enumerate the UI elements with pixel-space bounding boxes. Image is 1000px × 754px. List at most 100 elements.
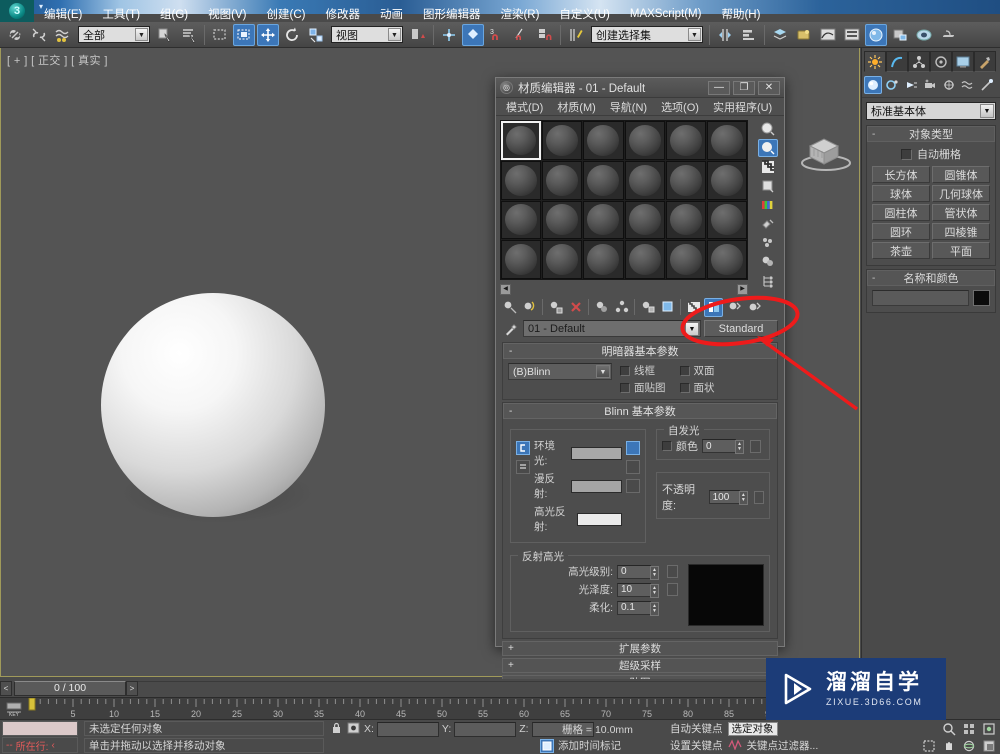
me-menu-navigation[interactable]: 导航(N) <box>603 99 654 115</box>
geometry-icon[interactable] <box>864 76 882 94</box>
material-sample-slot[interactable] <box>542 240 583 279</box>
display-tab[interactable] <box>952 51 974 72</box>
next-frame-button[interactable]: > <box>126 680 138 696</box>
sphere-object[interactable] <box>101 293 325 517</box>
time-slider[interactable]: < 0 / 100 > <box>0 679 860 697</box>
zoom-region-icon[interactable] <box>920 738 938 754</box>
coord-x-input[interactable] <box>376 721 439 737</box>
selected-object-dropdown[interactable]: 选定对象 <box>727 721 778 736</box>
render-production-icon[interactable] <box>937 24 959 46</box>
minimize-button[interactable]: — <box>708 80 730 95</box>
collapse-icon[interactable]: - <box>509 406 512 417</box>
maximize-button[interactable]: ❐ <box>733 80 755 95</box>
menu-create[interactable]: 创建(C) <box>256 5 315 23</box>
collapse-icon[interactable]: - <box>872 129 875 140</box>
schematic-view-icon[interactable] <box>841 24 863 46</box>
make-material-copy-icon[interactable] <box>592 298 611 317</box>
material-sample-slot[interactable] <box>501 160 542 200</box>
material-sample-slot[interactable] <box>583 240 624 279</box>
create-plane-button[interactable]: 平面 <box>932 242 990 259</box>
key-filters-button[interactable]: 关键点过滤器... <box>747 739 819 753</box>
ambient-color-swatch[interactable] <box>571 446 622 460</box>
utilities-tab[interactable] <box>974 51 996 72</box>
time-tag-icon[interactable] <box>540 738 554 753</box>
material-sample-slot[interactable] <box>624 200 665 240</box>
select-and-scale-icon[interactable] <box>305 24 327 46</box>
material-sample-slot[interactable] <box>624 160 665 200</box>
shader-dropdown[interactable]: (B)Blinn ▼ <box>508 363 612 380</box>
material-sample-slot[interactable] <box>624 240 665 279</box>
reset-map-icon[interactable] <box>566 298 585 317</box>
show-map-in-viewport-icon[interactable] <box>684 298 703 317</box>
material-editor-icon[interactable] <box>865 23 887 46</box>
select-and-rotate-icon[interactable] <box>281 24 303 46</box>
shapes-icon[interactable] <box>883 76 901 94</box>
go-forward-to-sibling-icon[interactable] <box>744 298 763 317</box>
material-sample-slot[interactable] <box>665 200 706 240</box>
spinner-updown-icon[interactable]: ▲ ▼ <box>738 491 748 505</box>
go-to-parent-icon[interactable] <box>724 298 743 317</box>
background-icon[interactable] <box>758 158 778 176</box>
create-tube-button[interactable]: 管状体 <box>932 204 990 221</box>
chevron-down-icon[interactable]: ▼ <box>980 104 994 118</box>
faceted-checkbox[interactable]: 面状 <box>679 380 715 395</box>
hierarchy-tab[interactable] <box>908 51 930 72</box>
backlight-icon[interactable] <box>758 139 778 157</box>
two-sided-checkbox[interactable]: 双面 <box>679 363 715 378</box>
modify-tab[interactable] <box>886 51 908 72</box>
menu-maxscript[interactable]: MAXScript(M) <box>620 7 712 21</box>
object-name-input[interactable] <box>872 290 969 306</box>
lights-icon[interactable] <box>902 76 920 94</box>
space-warps-icon[interactable] <box>959 76 977 94</box>
menu-rendering[interactable]: 渲染(R) <box>490 5 549 23</box>
diffuse-color-swatch[interactable] <box>571 479 622 493</box>
video-color-check-icon[interactable] <box>758 196 778 214</box>
material-sample-slot[interactable] <box>706 121 747 160</box>
menu-customize[interactable]: 自定义(U) <box>549 5 619 23</box>
motion-tab[interactable] <box>930 51 952 72</box>
expand-icon[interactable]: + <box>508 660 514 671</box>
unlink-icon[interactable] <box>28 24 50 46</box>
make-preview-icon[interactable] <box>758 215 778 233</box>
self-illum-map-button[interactable] <box>750 439 761 453</box>
mirror-icon[interactable] <box>714 24 736 46</box>
prev-frame-button[interactable]: < <box>0 680 12 696</box>
ambient-diffuse-lock-icon[interactable] <box>516 441 530 455</box>
zoom-extents-icon[interactable] <box>980 721 998 737</box>
toolbar-extra-icon[interactable] <box>793 24 815 46</box>
diffuse-map-button[interactable] <box>626 460 640 474</box>
create-sphere-button[interactable]: 球体 <box>872 185 930 202</box>
create-box-button[interactable]: 长方体 <box>872 166 930 183</box>
material-sample-slot[interactable] <box>501 200 542 240</box>
material-sample-slot[interactable] <box>542 200 583 240</box>
specular-color-swatch[interactable] <box>576 512 622 526</box>
material-sample-slot[interactable] <box>501 121 542 160</box>
show-end-result-icon[interactable] <box>704 297 723 317</box>
reference-coordinate-dropdown[interactable]: 视图 ▼ <box>331 26 403 43</box>
specular-level-map-button[interactable] <box>667 565 678 578</box>
select-and-manipulate-icon[interactable] <box>438 24 460 46</box>
menu-group[interactable]: 组(G) <box>150 5 198 23</box>
collapse-icon[interactable]: - <box>509 346 512 357</box>
use-pivot-center-icon[interactable] <box>407 24 429 46</box>
material-map-navigator-icon[interactable] <box>758 272 778 290</box>
shader-basic-parameters-header[interactable]: - 明暗器基本参数 <box>503 343 777 359</box>
time-slider-track[interactable] <box>138 680 860 696</box>
percent-snap-icon[interactable] <box>510 24 532 46</box>
me-menu-material[interactable]: 材质(M) <box>550 99 603 115</box>
select-and-move-icon[interactable] <box>257 23 279 46</box>
set-key-button[interactable]: 设置关键点 <box>670 739 723 753</box>
wireframe-checkbox[interactable]: 线框 <box>620 363 666 378</box>
select-by-name-icon[interactable] <box>178 24 200 46</box>
material-sample-slot[interactable] <box>583 200 624 240</box>
name-and-color-header[interactable]: - 名称和颜色 <box>867 270 995 286</box>
named-selection-dropdown[interactable]: 创建选择集 ▼ <box>591 26 703 43</box>
cameras-icon[interactable] <box>921 76 939 94</box>
self-illum-color-checkbox[interactable] <box>662 441 672 451</box>
systems-icon[interactable] <box>978 76 996 94</box>
specular-level-spinner[interactable]: 0 ▲ ▼ <box>617 564 659 580</box>
object-color-swatch[interactable] <box>973 290 990 306</box>
zoom-icon[interactable] <box>940 721 958 737</box>
angle-snap-icon[interactable]: 3 <box>486 24 508 46</box>
auto-key-button[interactable]: 自动关键点 <box>670 722 723 736</box>
